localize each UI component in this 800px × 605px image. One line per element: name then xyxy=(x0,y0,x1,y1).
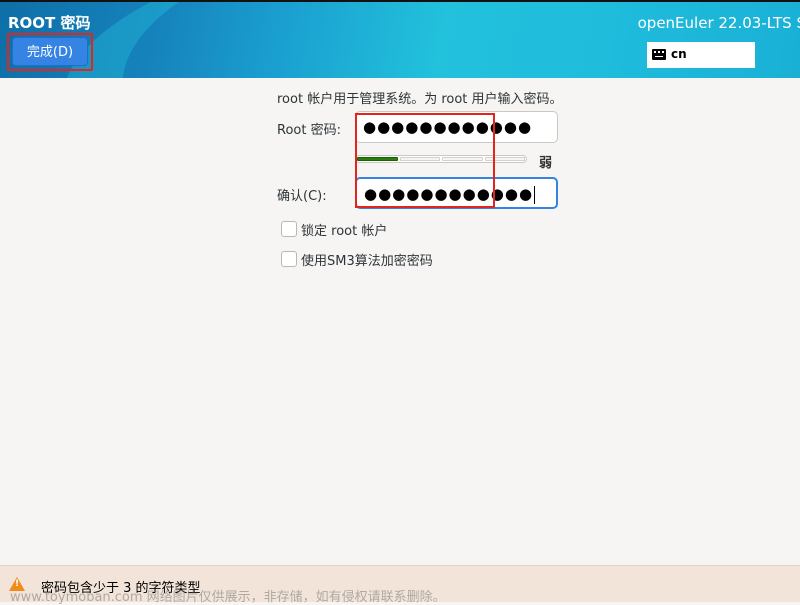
strength-segment xyxy=(442,157,483,161)
confirm-password-label: 确认(C): xyxy=(277,189,327,204)
strength-segment xyxy=(357,157,398,161)
root-password-value: ●●●●●●●●●●●● xyxy=(363,118,533,136)
strength-segment xyxy=(484,157,525,161)
confirm-password-dots: ●●●●●●●●●●●● xyxy=(364,185,534,203)
sm3-label[interactable]: 使用SM3算法加密密码 xyxy=(301,250,433,269)
lock-root-checkbox[interactable] xyxy=(281,221,297,237)
done-button[interactable]: 完成(D) xyxy=(12,37,88,66)
confirm-password-value: ●●●●●●●●●●●● xyxy=(364,185,536,204)
root-password-input[interactable]: ●●●●●●●●●●●● xyxy=(355,111,558,143)
lock-root-label[interactable]: 锁定 root 帐户 xyxy=(301,220,387,239)
header-decoration xyxy=(45,2,655,78)
strength-label: 弱 xyxy=(539,156,553,171)
keyboard-layout-indicator[interactable]: cn xyxy=(647,42,755,68)
intro-text: root 帐户用于管理系统。为 root 用户输入密码。 xyxy=(277,92,563,107)
root-password-label: Root 密码: xyxy=(277,123,341,138)
password-strength-bar xyxy=(355,155,527,163)
strength-segment xyxy=(399,157,440,161)
text-caret xyxy=(534,185,536,204)
keyboard-layout-label: cn xyxy=(671,47,687,61)
keyboard-icon xyxy=(652,49,666,60)
header-bar: ROOT 密码 完成(D) openEuler 22.03-LTS S cn xyxy=(0,2,800,78)
done-button-highlight: 完成(D) xyxy=(7,33,93,71)
product-name: openEuler 22.03-LTS S xyxy=(637,14,800,32)
sm3-checkbox[interactable] xyxy=(281,251,297,267)
status-bar: 密码包含少于 3 的字符类型 www.toymoban.com 网络图片仅供展示… xyxy=(0,565,800,605)
watermark: www.toymoban.com 网络图片仅供展示，非存储，如有侵权请联系删除。 xyxy=(10,590,446,605)
confirm-password-input[interactable]: ●●●●●●●●●●●● xyxy=(355,177,558,209)
page-title: ROOT 密码 xyxy=(8,14,91,32)
